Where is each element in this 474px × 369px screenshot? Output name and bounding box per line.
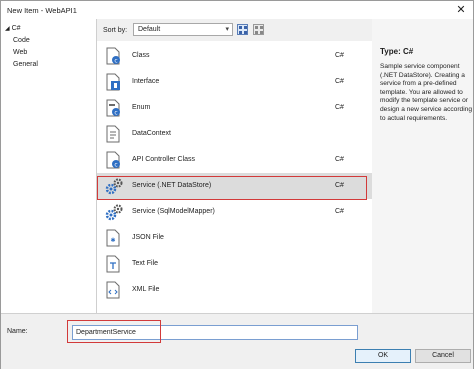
template-label: Interface: [132, 78, 160, 85]
template-language: C#: [335, 52, 344, 59]
template-row-json-file[interactable]: ✱ JSON File: [97, 225, 373, 251]
template-row-service-sqlmodelmapper[interactable]: Service (SqlModelMapper) C#: [97, 199, 373, 225]
template-row-api-controller[interactable]: c API Controller Class C#: [97, 147, 373, 173]
template-language: C#: [335, 208, 344, 215]
template-label: JSON File: [132, 234, 164, 241]
template-row-enum[interactable]: c Enum C#: [97, 95, 373, 121]
category-tree: ◢ C# Code Web General: [1, 19, 96, 313]
template-label: Text File: [132, 260, 159, 267]
template-label: XML File: [132, 286, 160, 293]
close-button[interactable]: ✕: [453, 3, 469, 17]
template-language: C#: [335, 104, 344, 111]
template-language: C#: [335, 78, 344, 85]
sort-bar: Sort by: Default ▾: [97, 19, 373, 41]
svg-text:c: c: [114, 110, 117, 117]
collapse-arrow-icon[interactable]: ◢: [5, 26, 10, 32]
tree-item-general[interactable]: General: [13, 61, 38, 68]
template-row-class[interactable]: c Class C#: [97, 43, 373, 69]
tree-item-code[interactable]: Code: [13, 37, 30, 44]
template-list-pane: Sort by: Default ▾ c Class C# Interface …: [96, 19, 373, 313]
datacontext-icon: [105, 125, 121, 143]
interface-icon: [105, 73, 121, 91]
template-row-interface[interactable]: Interface C#: [97, 69, 373, 95]
svg-text:c: c: [114, 162, 117, 169]
tree-item-csharp[interactable]: ◢ C#: [5, 25, 21, 32]
svg-text:✱: ✱: [110, 237, 115, 244]
template-description: Sample service component (.NET DataStore…: [380, 63, 472, 122]
text-file-icon: [105, 255, 121, 273]
json-file-icon: ✱: [105, 229, 121, 247]
medium-icons-view-button[interactable]: [237, 24, 248, 35]
sort-selected-value: Default: [138, 26, 161, 33]
name-label: Name:: [7, 328, 28, 335]
small-icons-view-button[interactable]: [253, 24, 264, 35]
name-field-highlight: [67, 320, 161, 343]
class-icon: c: [105, 47, 121, 65]
template-row-xml-file[interactable]: XML File: [97, 277, 373, 303]
tree-item-label: C#: [11, 25, 21, 32]
xml-file-icon: [105, 281, 121, 299]
enum-icon: c: [105, 99, 121, 117]
template-language: C#: [335, 156, 344, 163]
sort-dropdown[interactable]: Default ▾: [133, 23, 233, 36]
selected-template-highlight: [97, 176, 367, 200]
service-gear-icon: [105, 203, 123, 221]
title-bar: New Item - WebAPI1 ✕: [1, 1, 473, 19]
template-label: API Controller Class: [132, 156, 196, 163]
template-label: Class: [132, 52, 150, 59]
template-type: Type: C#: [380, 47, 414, 56]
template-label: Enum: [132, 104, 151, 111]
sort-label: Sort by:: [103, 27, 128, 34]
template-row-datacontext[interactable]: DataContext: [97, 121, 373, 147]
cancel-button[interactable]: Cancel: [415, 349, 471, 363]
tree-item-web[interactable]: Web: [13, 49, 27, 56]
template-row-text-file[interactable]: Text File: [97, 251, 373, 277]
chevron-down-icon: ▾: [225, 26, 229, 33]
template-label: Service (SqlModelMapper): [132, 208, 215, 215]
template-label: DataContext: [132, 130, 171, 137]
svg-text:c: c: [114, 58, 117, 65]
ok-button[interactable]: OK: [355, 349, 411, 363]
api-controller-icon: c: [105, 151, 121, 169]
window-title: New Item - WebAPI1: [7, 6, 77, 15]
details-pane: Type: C# Sample service component (.NET …: [372, 19, 473, 313]
